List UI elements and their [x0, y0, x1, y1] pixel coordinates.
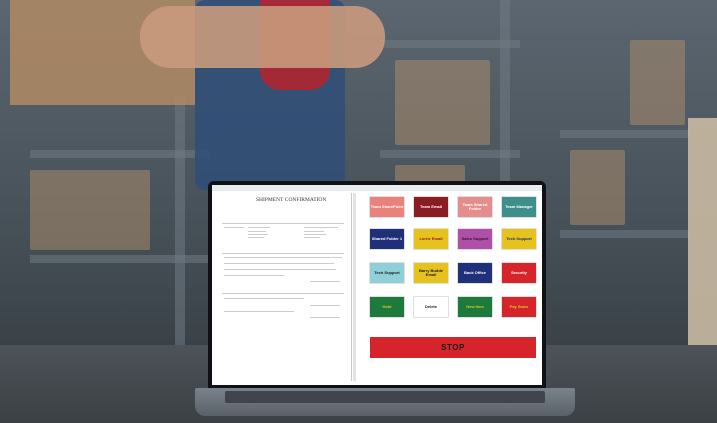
text-line [304, 231, 324, 232]
photo-scene: SHIPMENT CONFIRMATION Team SharePoint Te… [0, 0, 717, 423]
text-line [304, 237, 320, 238]
action-button-new-item[interactable]: New Item [458, 297, 492, 317]
action-button-delete[interactable]: Delete [414, 297, 448, 317]
shelf-bar [380, 150, 520, 158]
action-button-shared-folder-1[interactable]: Shared Folder 1 [370, 229, 404, 249]
text-line [224, 227, 244, 228]
table-row [224, 275, 284, 276]
laptop-keyboard [225, 391, 545, 403]
document-title: SHIPMENT CONFIRMATION [256, 197, 327, 203]
text-line [224, 311, 294, 312]
action-button-team-manager[interactable]: Team Manager [502, 197, 536, 217]
storage-box [395, 60, 490, 145]
action-button-tech-support[interactable]: Tech Support [502, 229, 536, 249]
action-button-team-shared-folder[interactable]: Team Shared Folder [458, 197, 492, 217]
worker-arm [140, 6, 385, 68]
action-button-team-sharepoint[interactable]: Team SharePoint [370, 197, 404, 217]
action-button-barry-budde-email[interactable]: Barry Budde Email [414, 263, 448, 283]
storage-box [30, 170, 150, 250]
document-scrollbar[interactable] [353, 193, 356, 381]
action-button-sales-support[interactable]: Sales Support [458, 229, 492, 249]
action-button-hold[interactable]: Hold [370, 297, 404, 317]
text-line [304, 234, 326, 235]
total-line [310, 305, 340, 306]
total-line [310, 317, 340, 318]
text-line [248, 231, 266, 232]
action-button-tech-support[interactable]: Tech Support [370, 263, 404, 283]
table-row [224, 269, 336, 270]
foreground-box [688, 118, 717, 380]
shelf-bar [380, 40, 520, 48]
document-pane: SHIPMENT CONFIRMATION [214, 193, 352, 381]
rule [222, 223, 344, 224]
shelf-bar [560, 230, 690, 238]
shelf-post [175, 95, 185, 345]
stop-button[interactable]: STOP [370, 337, 536, 358]
text-line [248, 234, 268, 235]
action-button-lorrie-email[interactable]: Lorrie Email [414, 229, 448, 249]
text-line [248, 237, 264, 238]
table-row [224, 263, 334, 264]
text-line [224, 298, 304, 299]
table-header [224, 257, 342, 258]
total-line [310, 281, 340, 282]
laptop-display: SHIPMENT CONFIRMATION Team SharePoint Te… [212, 185, 542, 385]
action-button-security[interactable]: Security [502, 263, 536, 283]
storage-box [630, 40, 685, 125]
action-button-back-office[interactable]: Back Office [458, 263, 492, 283]
window-titlebar [212, 185, 542, 191]
action-button-team-email[interactable]: Team Email [414, 197, 448, 217]
storage-box [570, 150, 625, 225]
text-line [248, 227, 270, 228]
text-line [304, 227, 338, 228]
shelf-bar [560, 130, 690, 138]
action-button-pay-sales[interactable]: Pay Sales [502, 297, 536, 317]
rule [222, 293, 344, 294]
rule [222, 253, 344, 254]
